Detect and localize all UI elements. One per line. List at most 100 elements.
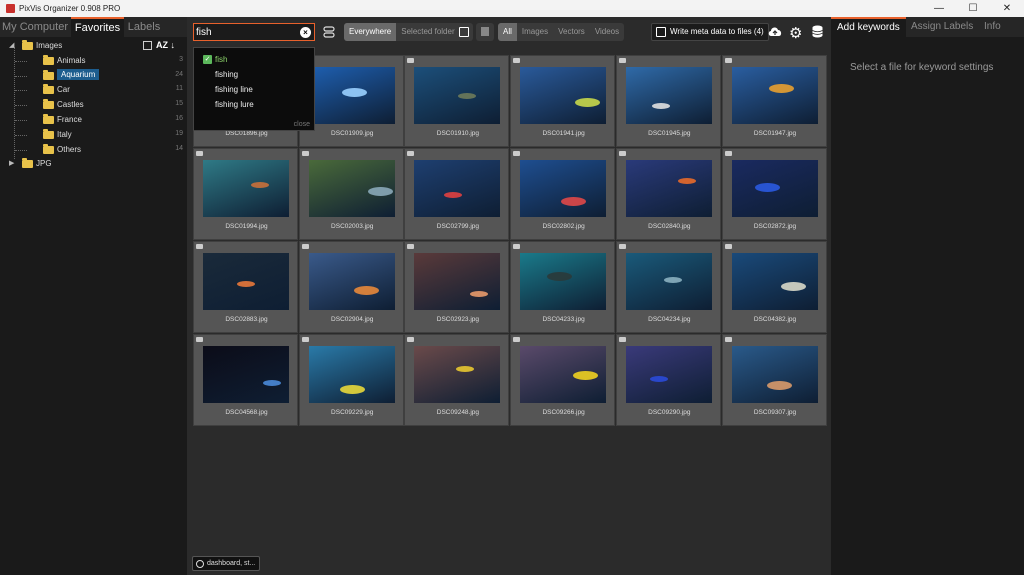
image-thumbnail[interactable] [203, 346, 289, 403]
image-tile[interactable]: DSC09248.jpg [404, 334, 510, 426]
image-tile[interactable]: DSC02883.jpg [193, 241, 298, 333]
close-suggestions-link[interactable]: close [294, 121, 310, 128]
image-thumbnail[interactable] [308, 253, 395, 310]
search-options-icon[interactable] [323, 26, 335, 40]
image-tile[interactable]: DSC02872.jpg [721, 148, 827, 240]
image-thumbnail[interactable] [731, 346, 818, 403]
tree-item-jpg[interactable]: ▶ JPG [0, 157, 187, 171]
file-name: DSC01910.jpg [436, 130, 480, 137]
cloud-upload-icon[interactable] [767, 25, 783, 40]
file-name: DSC02923.jpg [436, 316, 480, 323]
suggestion-label: fishing lure [215, 100, 254, 109]
camera-icon [724, 151, 732, 156]
image-thumbnail[interactable] [308, 67, 395, 124]
tree-item-car[interactable]: Car 11 [0, 83, 187, 97]
scope-option-selected-folder[interactable]: Selected folder [396, 23, 459, 41]
image-tile[interactable]: DSC02799.jpg [404, 148, 510, 240]
image-thumbnail[interactable] [520, 253, 607, 310]
image-thumbnail[interactable] [625, 67, 712, 124]
settings-gear-icon[interactable]: ⚙ [789, 24, 802, 42]
image-tile[interactable]: DSC01945.jpg [615, 55, 721, 147]
tree-item-aquarium[interactable]: Aquarium 24 [0, 68, 187, 83]
image-tile[interactable]: DSC04233.jpg [510, 241, 616, 333]
flag-filter-button[interactable] [476, 23, 494, 41]
image-tile[interactable]: DSC09266.jpg [510, 334, 616, 426]
camera-icon [301, 151, 309, 156]
camera-icon [407, 151, 415, 156]
image-tile[interactable]: DSC02802.jpg [510, 148, 616, 240]
tree-item-others[interactable]: Others 14 [0, 143, 187, 157]
tab-my-computer[interactable]: My Computer [0, 17, 70, 37]
image-thumbnail[interactable] [203, 160, 289, 217]
tree-item-castles[interactable]: Castles 15 [0, 98, 187, 112]
image-thumbnail[interactable] [731, 160, 818, 217]
color-filter-button[interactable] [455, 23, 473, 41]
suggestion-item[interactable]: fishing lure [194, 98, 314, 112]
image-thumbnail[interactable] [203, 253, 289, 310]
tree-item-count: 15 [175, 100, 183, 108]
tree-item-italy[interactable]: Italy 19 [0, 128, 187, 142]
tab-info[interactable]: Info [984, 17, 1001, 37]
file-name: DSC02872.jpg [753, 223, 797, 230]
image-tile[interactable]: DSC09229.jpg [298, 334, 404, 426]
scope-option-everywhere[interactable]: Everywhere [344, 23, 397, 41]
right-panel: Add keywords Assign Labels Info Select a… [831, 17, 1024, 575]
filter-videos[interactable]: Videos [590, 23, 624, 41]
tree-item-label: Others [57, 144, 82, 154]
tree-item-images[interactable]: ◢ Images [0, 39, 187, 53]
image-thumbnail[interactable] [414, 67, 501, 124]
tab-add-keywords[interactable]: Add keywords [831, 17, 906, 37]
suggestion-item[interactable]: fishing [194, 68, 314, 82]
taskbar-chip[interactable]: dashboard, st... [192, 556, 260, 571]
suggestion-item[interactable]: ✓ fish [194, 53, 314, 67]
close-window-button[interactable]: ✕ [990, 0, 1024, 17]
filter-images[interactable]: Images [517, 23, 553, 41]
image-tile[interactable]: DSC04382.jpg [721, 241, 827, 333]
image-tile[interactable]: DSC02003.jpg [298, 148, 404, 240]
folder-icon [43, 114, 54, 124]
search-input[interactable] [196, 25, 296, 39]
file-name: DSC02883.jpg [225, 316, 268, 323]
minimize-button[interactable]: — [922, 0, 956, 17]
clear-search-button[interactable]: × [300, 27, 311, 38]
tree-item-animals[interactable]: Animals 3 [0, 54, 187, 68]
tab-favorites[interactable]: Favorites [71, 17, 124, 37]
image-tile[interactable]: DSC01994.jpg [193, 148, 298, 240]
image-thumbnail[interactable] [520, 160, 607, 217]
image-thumbnail[interactable] [625, 253, 712, 310]
image-tile[interactable]: DSC02840.jpg [615, 148, 721, 240]
image-thumbnail[interactable] [414, 253, 501, 310]
image-thumbnail[interactable] [625, 346, 712, 403]
tab-labels[interactable]: Labels [124, 17, 164, 37]
maximize-button[interactable]: ☐ [956, 0, 990, 17]
tree-item-france[interactable]: France 16 [0, 113, 187, 127]
image-thumbnail[interactable] [414, 346, 501, 403]
image-thumbnail[interactable] [308, 346, 395, 403]
database-icon[interactable] [812, 25, 823, 40]
search-box: × [193, 23, 315, 41]
image-thumbnail[interactable] [625, 160, 712, 217]
image-tile[interactable]: DSC04234.jpg [615, 241, 721, 333]
image-tile[interactable]: DSC02923.jpg [404, 241, 510, 333]
image-tile[interactable]: DSC04568.jpg [193, 334, 298, 426]
image-thumbnail[interactable] [520, 67, 607, 124]
image-tile[interactable]: DSC09307.jpg [721, 334, 827, 426]
suggestion-item[interactable]: fishing line [194, 83, 314, 97]
folder-icon [22, 158, 33, 169]
filter-vectors[interactable]: Vectors [553, 23, 590, 41]
tab-assign-labels[interactable]: Assign Labels [911, 17, 973, 37]
image-tile[interactable]: DSC02904.jpg [298, 241, 404, 333]
image-tile[interactable]: DSC09290.jpg [615, 334, 721, 426]
write-metadata-button[interactable]: Write meta data to files (4) [651, 23, 769, 41]
collapsed-arrow-icon[interactable]: ▶ [9, 159, 14, 167]
image-tile[interactable]: DSC01941.jpg [510, 55, 616, 147]
image-thumbnail[interactable] [731, 253, 818, 310]
image-tile[interactable]: DSC01947.jpg [721, 55, 827, 147]
image-thumbnail[interactable] [731, 67, 818, 124]
filter-all[interactable]: All [498, 23, 517, 41]
expanded-arrow-icon[interactable]: ◢ [9, 41, 14, 49]
image-thumbnail[interactable] [308, 160, 395, 217]
image-tile[interactable]: DSC01910.jpg [404, 55, 510, 147]
image-thumbnail[interactable] [520, 346, 607, 403]
image-thumbnail[interactable] [414, 160, 501, 217]
